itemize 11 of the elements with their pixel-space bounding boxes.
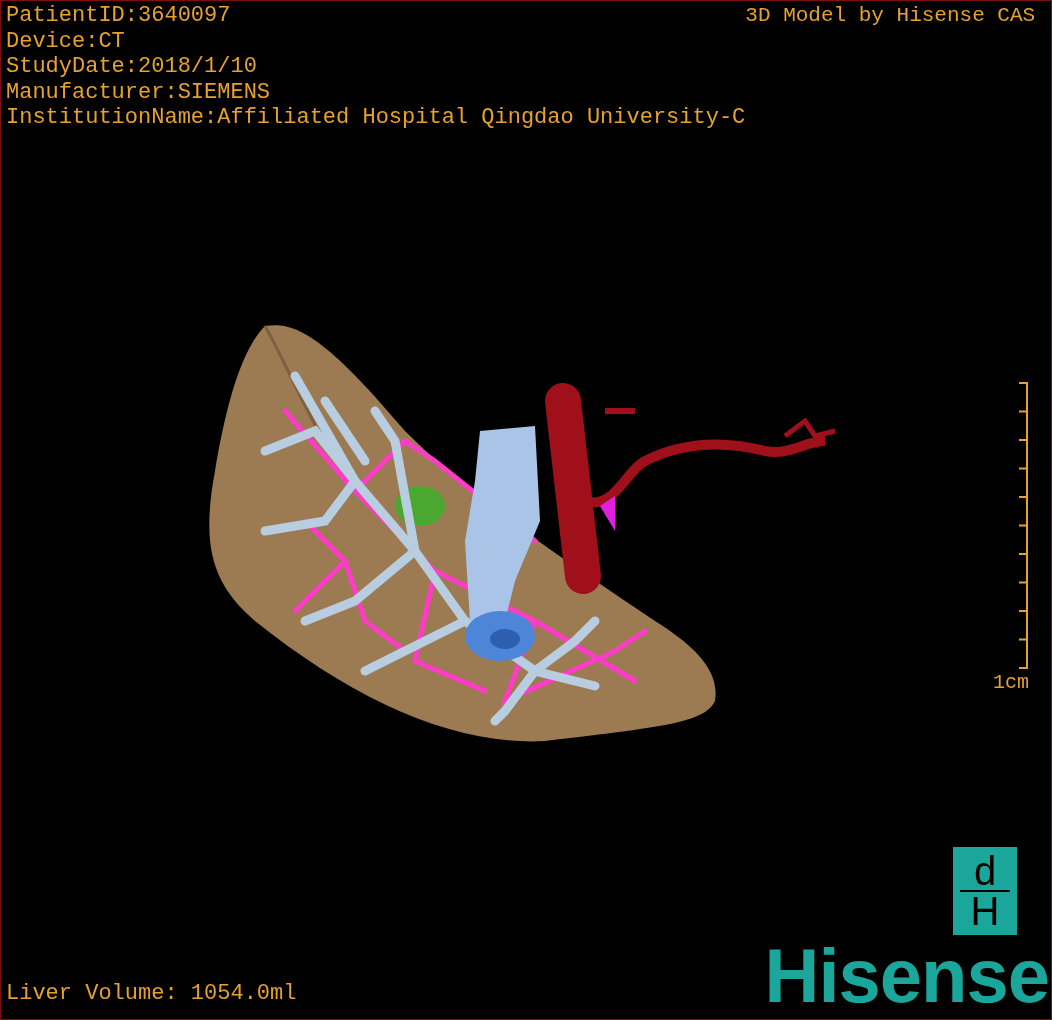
patient-info-text: Manufacturer:SIEMENS (6, 79, 272, 105)
liver-volume-text: Liver Volume: 1054.0ml (5, 981, 297, 1008)
logo-letter: d (973, 852, 997, 890)
logo-letter: H (960, 890, 1010, 930)
logo-wordmark: Hisense (764, 941, 1050, 1019)
patient-info-text: InstitutionName:Affiliated Hospital Qingdao University-C (6, 105, 746, 131)
model-title: 3D Model by Hisense CAS (745, 3, 1037, 29)
patient-info-text: Device:CT (6, 28, 126, 54)
patient-info-text: PatientID:3640097 (6, 3, 232, 29)
patient-info-text: StudyDate:2018/1/10 (6, 54, 258, 80)
scale-label: 1cm (993, 670, 1029, 695)
